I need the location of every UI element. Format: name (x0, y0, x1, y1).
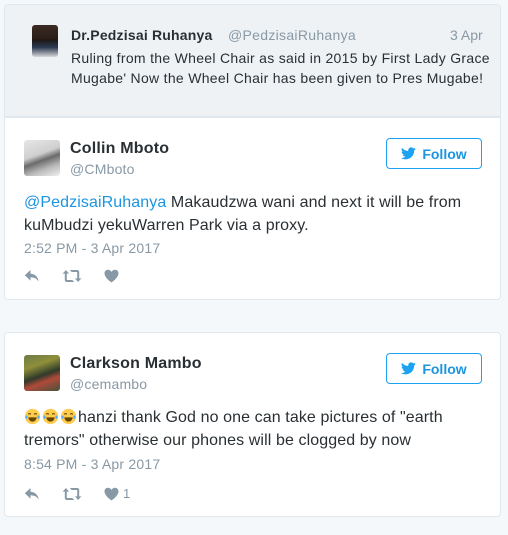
tears-of-joy-emoji-icon (24, 408, 41, 425)
tweet-body: hanzi thank God no one can take pictures… (24, 409, 443, 449)
author-name[interactable]: Collin Mboto (70, 140, 169, 158)
author-name[interactable]: Clarkson Mambo (70, 355, 202, 373)
like-count: 1 (123, 486, 131, 501)
follow-label: Follow (422, 360, 467, 377)
retweet-button[interactable] (62, 269, 82, 283)
tweet-text: 😂😂😂 hanzi thank God no one can take pict… (24, 406, 484, 452)
quoted-tweet[interactable]: Dr.Pedzisai Ruhanya @PedzisaiRuhanya 3 A… (4, 4, 501, 117)
retweet-button[interactable] (62, 487, 82, 501)
tweet-actions (24, 269, 145, 283)
tears-of-joy-emoji-icon (60, 408, 77, 425)
avatar[interactable] (24, 355, 60, 391)
quoted-date[interactable]: 3 Apr (450, 27, 483, 43)
reply-icon (24, 270, 39, 282)
tweet-card: Collin Mboto @CMboto Follow @PedzisaiRuh… (4, 117, 501, 300)
heart-icon (104, 269, 119, 283)
reply-icon (24, 487, 39, 499)
retweet-icon (62, 487, 82, 500)
avatar[interactable] (32, 25, 58, 57)
timestamp[interactable]: 8:54 PM - 3 Apr 2017 (24, 456, 160, 472)
follow-label: Follow (422, 145, 467, 162)
retweet-icon (62, 270, 82, 282)
heart-icon (104, 487, 119, 500)
quoted-author-name[interactable]: Dr.Pedzisai Ruhanya (71, 27, 213, 43)
like-button[interactable]: 1 (104, 486, 130, 501)
author-handle[interactable]: @cemambo (70, 376, 147, 392)
timestamp[interactable]: 2:52 PM - 3 Apr 2017 (24, 240, 160, 256)
follow-button[interactable]: Follow (386, 353, 482, 384)
twitter-bird-icon (401, 362, 417, 375)
follow-button[interactable]: Follow (386, 138, 482, 169)
mention-link[interactable]: @PedzisaiRuhanya (24, 194, 166, 211)
quoted-author-handle[interactable]: @PedzisaiRuhanya (228, 27, 356, 43)
quoted-tweet-text: Ruling from the Wheel Chair as said in 2… (71, 50, 490, 86)
tweet-actions: 1 (24, 486, 152, 501)
reply-button[interactable] (24, 487, 40, 501)
tweet-card: Clarkson Mambo @cemambo Follow 😂😂😂 hanzi… (4, 332, 501, 517)
author-handle[interactable]: @CMboto (70, 161, 135, 177)
avatar[interactable] (24, 140, 60, 176)
tears-of-joy-emoji-icon (42, 408, 59, 425)
twitter-bird-icon (401, 147, 417, 160)
like-button[interactable] (104, 269, 123, 283)
reply-button[interactable] (24, 269, 40, 283)
tweet-text: @PedzisaiRuhanya Makaudzwa wani and next… (24, 191, 484, 237)
